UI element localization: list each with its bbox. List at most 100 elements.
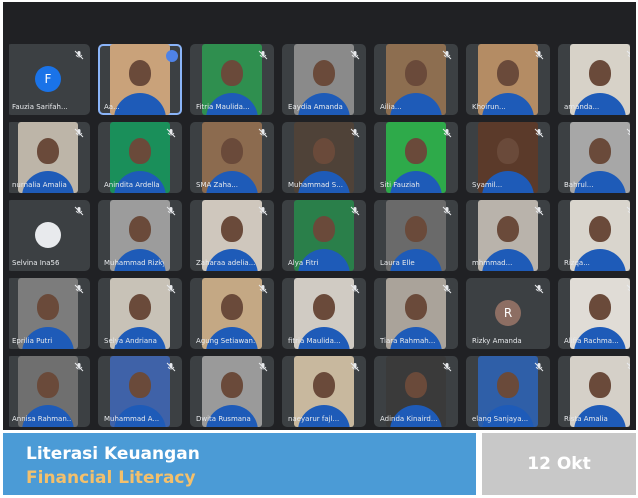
participant-head [405, 372, 427, 398]
participant-tile[interactable]: Alya Fitri [282, 200, 366, 271]
participant-tile[interactable]: Muhammad Rizky... [98, 200, 182, 271]
participant-tile[interactable]: Fitria Maulida... [190, 44, 274, 115]
participant-head [497, 372, 519, 398]
participant-head [589, 216, 611, 242]
participant-tile[interactable]: Zaharaa adelia... [190, 200, 274, 271]
participant-head [589, 372, 611, 398]
mic-off-icon [442, 128, 452, 138]
participant-tile[interactable]: Selvina Ina56 [6, 200, 90, 271]
mic-off-icon [534, 128, 544, 138]
mic-off-icon [74, 362, 84, 372]
video-call-window: F Fauzia Sarifah... Aa... Fitria Maulida...… [3, 2, 636, 430]
mic-off-icon [442, 206, 452, 216]
mic-off-icon [166, 206, 176, 216]
mic-off-icon [442, 362, 452, 372]
participant-tile[interactable]: elang Sanjaya... [466, 356, 550, 427]
participant-name: SMA Zaha... [196, 181, 238, 189]
participant-tile[interactable]: Aa... [98, 44, 182, 115]
participant-head [405, 216, 427, 242]
participant-head [405, 138, 427, 164]
participant-head [129, 60, 151, 86]
participant-tile[interactable]: Bahrul... [558, 122, 636, 193]
grid-edge-left [3, 2, 9, 430]
participant-head [313, 216, 335, 242]
participant-head [497, 216, 519, 242]
participant-tile[interactable]: Tiara Rahmah... [374, 278, 458, 349]
participant-name: Bahrul... [564, 181, 594, 189]
participant-head [37, 372, 59, 398]
topic-subtitle: Financial Literacy [26, 468, 196, 488]
participant-tile[interactable]: Eaydia Amanda [282, 44, 366, 115]
participant-tile[interactable]: Annisa Rahman... [6, 356, 90, 427]
participant-tile[interactable]: fitria Maulida... [282, 278, 366, 349]
participant-name: Siti Fauziah [380, 181, 420, 189]
mic-off-icon [350, 128, 360, 138]
participant-tile[interactable]: SMA Zaha... [190, 122, 274, 193]
mic-off-icon [166, 284, 176, 294]
participant-tile[interactable]: Dwita Rusmana [190, 356, 274, 427]
participant-name: Eprilia Putri [12, 337, 53, 345]
participant-tile[interactable]: Alifia Rachma... [558, 278, 636, 349]
participant-name: Alifia Rachma... [564, 337, 619, 345]
participant-tile[interactable]: Eprilia Putri [6, 278, 90, 349]
mic-off-icon [258, 50, 268, 60]
participant-tile[interactable]: Muhammad A... [98, 356, 182, 427]
participant-tile[interactable]: Agung Setiawan... [190, 278, 274, 349]
participant-tile[interactable]: Adinda Kinaird... [374, 356, 458, 427]
participant-tile[interactable]: Rista Amalia [558, 356, 636, 427]
topic-title: Literasi Keuangan [26, 444, 200, 464]
participant-tile[interactable]: mhmmad... [466, 200, 550, 271]
participant-head [313, 60, 335, 86]
mic-off-icon [534, 362, 544, 372]
participant-tile[interactable]: Laura Elle [374, 200, 458, 271]
participant-tile[interactable]: Rizqa... [558, 200, 636, 271]
mic-off-icon [258, 128, 268, 138]
participant-tile[interactable]: Siti Fauziah [374, 122, 458, 193]
participant-head [313, 372, 335, 398]
participant-name: Anindita Ardella [104, 181, 160, 189]
mic-off-icon [442, 50, 452, 60]
topic-banner: Literasi Keuangan Financial Literacy [3, 433, 476, 495]
grid-edge-right [630, 2, 636, 430]
participant-head [37, 138, 59, 164]
participant-head [129, 294, 151, 320]
mic-off-icon [166, 362, 176, 372]
participant-tile[interactable]: Khoirun... [466, 44, 550, 115]
participant-tile[interactable]: Muhammad S... [282, 122, 366, 193]
participant-tile[interactable]: Anindita Ardella [98, 122, 182, 193]
participant-head [221, 372, 243, 398]
participant-tile[interactable]: amanda... [558, 44, 636, 115]
participant-tile[interactable]: naeyarur fajl... [282, 356, 366, 427]
participant-tile[interactable]: nurnalia Amalia [6, 122, 90, 193]
participant-head [129, 216, 151, 242]
participant-name: nurnalia Amalia [12, 181, 67, 189]
participant-tile[interactable]: Ailia... [374, 44, 458, 115]
participant-name: Khoirun... [472, 103, 506, 111]
participant-name: naeyarur fajl... [288, 415, 340, 423]
mic-off-icon [350, 284, 360, 294]
participant-name: Fauzia Sarifah... [12, 103, 68, 111]
participant-tile[interactable]: F Fauzia Sarifah... [6, 44, 90, 115]
mic-off-icon [74, 128, 84, 138]
mic-off-icon [74, 50, 84, 60]
participant-name: Eaydia Amanda [288, 103, 343, 111]
more-options-icon[interactable] [166, 50, 178, 62]
mic-off-icon [166, 128, 176, 138]
participant-name: Selya Andriana [104, 337, 157, 345]
participant-name: Muhammad S... [288, 181, 343, 189]
participant-name: Muhammad Rizky... [104, 259, 164, 267]
mic-off-icon [534, 284, 544, 294]
date-label: 12 Okt [482, 433, 636, 495]
participant-name: Laura Elle [380, 259, 415, 267]
participant-tile[interactable]: R Rizky Amanda [466, 278, 550, 349]
participant-head [405, 294, 427, 320]
participant-name: Muhammad A... [104, 415, 160, 423]
participant-tile[interactable]: Syamil... [466, 122, 550, 193]
participant-tile[interactable]: Selya Andriana [98, 278, 182, 349]
participant-name: Alya Fitri [288, 259, 319, 267]
mic-off-icon [74, 206, 84, 216]
participant-name: fitria Maulida... [288, 337, 341, 345]
participant-name: Zaharaa adelia... [196, 259, 256, 267]
participant-name: Dwita Rusmana [196, 415, 251, 423]
mic-off-icon [258, 206, 268, 216]
